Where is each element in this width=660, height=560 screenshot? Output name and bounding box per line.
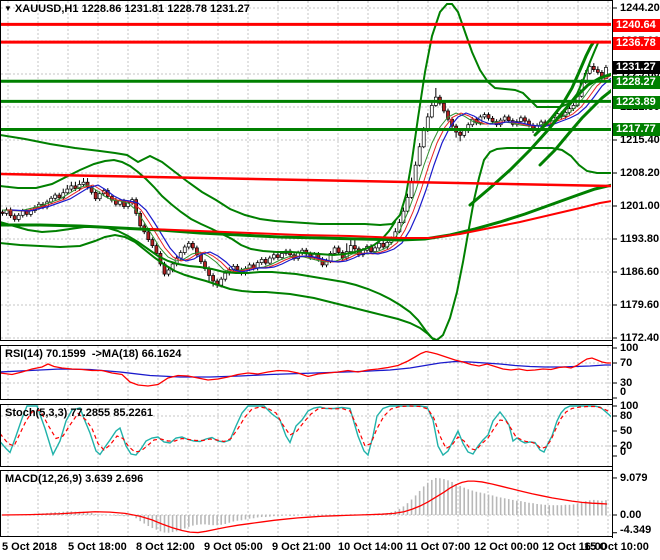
price-axis-label: 1179.60 bbox=[620, 299, 660, 311]
price-axis-label: 1186.60 bbox=[620, 266, 660, 278]
time-axis-label: 15 Oct 10:00 bbox=[584, 541, 649, 553]
stoch-axis-label: 80 bbox=[620, 410, 633, 422]
macd-axis-label: 0.00 bbox=[620, 509, 642, 521]
ohlc-open: 1228.86 bbox=[81, 3, 122, 15]
time-axis-label: 9 Oct 05:00 bbox=[204, 541, 263, 553]
rsi-axis-label: 70 bbox=[620, 357, 633, 369]
chart-title: ▼ XAUUSD,H1 1228.86 1231.81 1228.78 1231.… bbox=[4, 3, 250, 15]
stoch-axis-label: 0 bbox=[620, 446, 627, 458]
price-axis-label: 1193.80 bbox=[620, 233, 660, 245]
price-level-badge-resistance[interactable]: 1236.78 bbox=[613, 37, 660, 50]
rsi-axis-label: 100 bbox=[620, 342, 639, 354]
ohlc-high: 1231.81 bbox=[124, 3, 165, 15]
price-axis-label: 1244.20 bbox=[620, 2, 660, 14]
ohlc-low: 1228.78 bbox=[167, 3, 207, 15]
macd-axis-label: 9.079 bbox=[620, 472, 648, 484]
time-axis-label: 10 Oct 14:00 bbox=[338, 541, 403, 553]
price-level-badge-resistance[interactable]: 1240.64 bbox=[613, 19, 660, 32]
price-level-badge-support[interactable]: 1223.89 bbox=[613, 96, 660, 109]
price-level-badge-support[interactable]: 1217.77 bbox=[613, 123, 660, 136]
macd-axis-label: -4.349 bbox=[620, 524, 652, 536]
time-axis-label: 11 Oct 07:00 bbox=[406, 541, 471, 553]
stoch-label: Stoch(5,3,3) 77.2855 85.2261 bbox=[5, 407, 153, 419]
price-level-badge-support[interactable]: 1228.27 bbox=[613, 76, 660, 89]
price-axis-label: 1201.00 bbox=[620, 200, 660, 212]
price-level-badge-current-price[interactable]: 1231.27 bbox=[613, 61, 660, 74]
rsi-label: RSI(14) 70.1599 ->MA(18) 66.1624 bbox=[5, 348, 182, 360]
time-axis-label: 5 Oct 2018 bbox=[2, 541, 58, 553]
stoch-axis-label: 50 bbox=[620, 425, 633, 437]
time-axis-label: 8 Oct 12:00 bbox=[136, 541, 195, 553]
symbol-dropdown-icon[interactable]: ▼ bbox=[4, 4, 12, 13]
ohlc-close: 1231.27 bbox=[210, 3, 250, 15]
rsi-axis-label: 0 bbox=[620, 386, 627, 398]
price-axis-label: 1208.20 bbox=[620, 167, 660, 179]
price-axis-label: 1215.40 bbox=[620, 134, 660, 146]
macd-label: MACD(12,26,9) 3.639 2.696 bbox=[5, 473, 144, 485]
mt4-chart-window: ▼ XAUUSD,H1 1228.86 1231.81 1228.78 1231.… bbox=[0, 0, 660, 560]
time-axis-label: 12 Oct 00:00 bbox=[474, 541, 539, 553]
time-axis-label: 9 Oct 21:00 bbox=[272, 541, 331, 553]
time-axis-label: 5 Oct 18:00 bbox=[68, 541, 127, 553]
symbol-timeframe: XAUUSD,H1 bbox=[14, 3, 79, 15]
